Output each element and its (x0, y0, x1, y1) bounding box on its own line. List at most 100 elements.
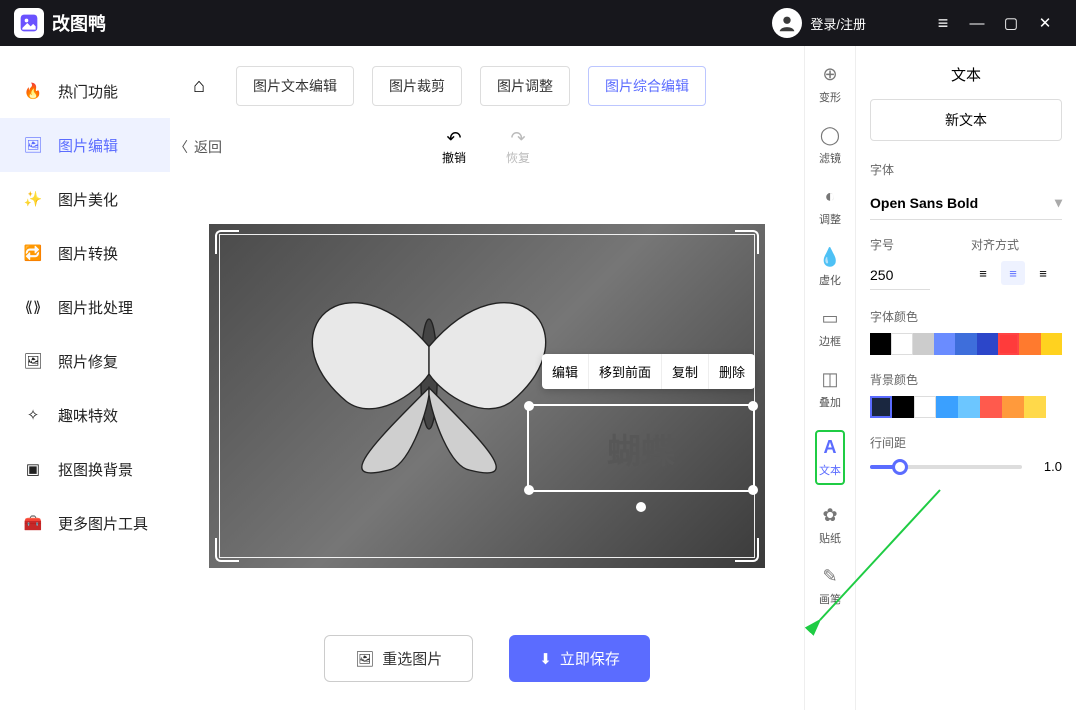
ctx-delete[interactable]: 删除 (709, 354, 755, 389)
titlebar: 改图鸭 登录/注册 ≡ — ▢ ✕ (0, 0, 1076, 46)
sidebar-item-hot[interactable]: 🔥热门功能 (0, 64, 170, 118)
color-swatch[interactable] (955, 333, 976, 355)
color-swatch[interactable] (1041, 333, 1062, 355)
sidebar-item-batch[interactable]: ⟪⟫ 图片批处理 (0, 280, 170, 334)
font-label: 字体 (870, 161, 1062, 178)
undo-button[interactable]: ↶撤销 (442, 128, 466, 166)
color-swatch[interactable] (891, 333, 912, 355)
font-size-input[interactable] (870, 261, 930, 290)
color-swatch[interactable] (936, 396, 958, 418)
adjust-icon: ◐ (819, 186, 841, 207)
tool-transform[interactable]: ⊕变形 (819, 64, 841, 105)
color-swatch[interactable] (892, 396, 914, 418)
align-left[interactable]: ≡ (971, 261, 995, 285)
sidebar-item-convert[interactable]: 🔁图片转换 (0, 226, 170, 280)
color-swatch[interactable] (913, 333, 934, 355)
panel-title: 文本 (870, 50, 1062, 99)
tool-border[interactable]: ▭边框 (819, 308, 841, 349)
color-swatch[interactable] (934, 333, 955, 355)
align-right[interactable]: ≡ (1031, 261, 1055, 285)
close-button[interactable]: ✕ (1028, 14, 1062, 32)
rotate-handle[interactable] (636, 502, 646, 512)
resize-handle[interactable] (524, 485, 534, 495)
color-swatch[interactable] (958, 396, 980, 418)
reselect-button[interactable]: 🖼 重选图片 (324, 635, 473, 682)
color-swatch[interactable] (914, 396, 936, 418)
image-canvas[interactable]: 编辑 移到前面 复制 删除 蝴蝶 (209, 224, 765, 568)
ctx-edit[interactable]: 编辑 (542, 354, 589, 389)
color-swatch[interactable] (870, 333, 891, 355)
color-swatch[interactable] (1019, 333, 1040, 355)
filter-icon: ◯ (819, 125, 841, 146)
tab-composite[interactable]: 图片综合编辑 (588, 66, 706, 106)
sidebar-item-label: 图片批处理 (58, 297, 133, 318)
color-swatch[interactable] (1024, 396, 1046, 418)
tool-label: 贴纸 (819, 533, 841, 545)
menu-icon[interactable]: ≡ (926, 13, 960, 34)
bg-color-label: 背景颜色 (870, 371, 1062, 388)
resize-handle[interactable] (524, 401, 534, 411)
line-spacing-slider[interactable] (870, 465, 1022, 469)
new-text-button[interactable]: 新文本 (870, 99, 1062, 141)
color-swatch[interactable] (977, 333, 998, 355)
image-icon: 🖼 (355, 650, 374, 668)
tool-blur[interactable]: 💧 虚化 (819, 247, 841, 288)
text-icon: A (819, 437, 841, 458)
tool-label: 叠加 (819, 397, 841, 409)
color-swatch[interactable] (1002, 396, 1024, 418)
sidebar-item-label: 更多图片工具 (58, 513, 148, 534)
sidebar: 🔥热门功能 🖼图片编辑 ✨图片美化 🔁图片转换 ⟪⟫ 图片批处理 🖼照片修复 ✧趣… (0, 46, 170, 710)
download-icon: ⬇ (539, 650, 552, 668)
sidebar-item-repair[interactable]: 🖼照片修复 (0, 334, 170, 388)
tool-label: 虚化 (819, 275, 841, 287)
ctx-copy[interactable]: 复制 (662, 354, 709, 389)
toolbox-icon: 🧰 (22, 512, 44, 534)
undo-icon: ↶ (442, 128, 466, 149)
font-select[interactable]: Open Sans Bold▾ (870, 186, 1062, 220)
magic-icon: ✧ (22, 404, 44, 426)
color-swatch[interactable] (980, 396, 1002, 418)
tool-filter[interactable]: ◯ 滤镜 (819, 125, 841, 166)
sidebar-item-more[interactable]: 🧰 更多图片工具 (0, 496, 170, 550)
maximize-button[interactable]: ▢ (994, 14, 1028, 32)
minimize-button[interactable]: — (960, 15, 994, 32)
batch-icon: ⟪⟫ (22, 296, 44, 318)
save-button[interactable]: ⬇立即保存 (509, 635, 650, 682)
align-center[interactable]: ≡ (1001, 261, 1025, 285)
corner-decoration (215, 230, 239, 254)
tool-text[interactable]: A文本 (815, 430, 845, 485)
home-icon[interactable]: ⌂ (180, 75, 218, 98)
sidebar-item-edit[interactable]: 🖼图片编辑 (0, 118, 170, 172)
tab-text-edit[interactable]: 图片文本编辑 (236, 66, 354, 106)
tool-sticker[interactable]: ✿贴纸 (819, 505, 841, 546)
redo-label: 恢复 (506, 151, 530, 165)
tool-label: 滤镜 (819, 153, 841, 165)
reselect-label: 重选图片 (382, 648, 442, 669)
canvas-text[interactable]: 蝴蝶 (607, 424, 675, 473)
slider-thumb[interactable] (892, 459, 908, 475)
back-button[interactable]: 〈返回 (174, 137, 222, 157)
resize-handle[interactable] (748, 485, 758, 495)
tab-crop[interactable]: 图片裁剪 (372, 66, 462, 106)
canvas-frame (219, 234, 755, 558)
line-spacing-label: 行间距 (870, 434, 1062, 451)
tool-adjust[interactable]: ◐调整 (819, 186, 841, 227)
color-swatch[interactable] (870, 396, 892, 418)
corner-decoration (735, 230, 759, 254)
resize-handle[interactable] (748, 401, 758, 411)
flame-icon: 🔥 (22, 80, 44, 102)
avatar-icon[interactable] (772, 8, 802, 38)
sidebar-item-beautify[interactable]: ✨图片美化 (0, 172, 170, 226)
text-selection-box[interactable]: 蝴蝶 (527, 404, 755, 492)
redo-button[interactable]: ↷恢复 (506, 128, 530, 166)
sidebar-item-cutout[interactable]: ▣抠图换背景 (0, 442, 170, 496)
sidebar-item-label: 图片美化 (58, 189, 118, 210)
color-swatch[interactable] (998, 333, 1019, 355)
blur-icon: 💧 (819, 247, 841, 268)
tool-brush[interactable]: ✎画笔 (819, 566, 841, 607)
login-link[interactable]: 登录/注册 (810, 14, 866, 33)
sidebar-item-fun[interactable]: ✧趣味特效 (0, 388, 170, 442)
tab-adjust[interactable]: 图片调整 (480, 66, 570, 106)
tool-overlay[interactable]: ◫叠加 (819, 369, 841, 410)
ctx-front[interactable]: 移到前面 (589, 354, 662, 389)
